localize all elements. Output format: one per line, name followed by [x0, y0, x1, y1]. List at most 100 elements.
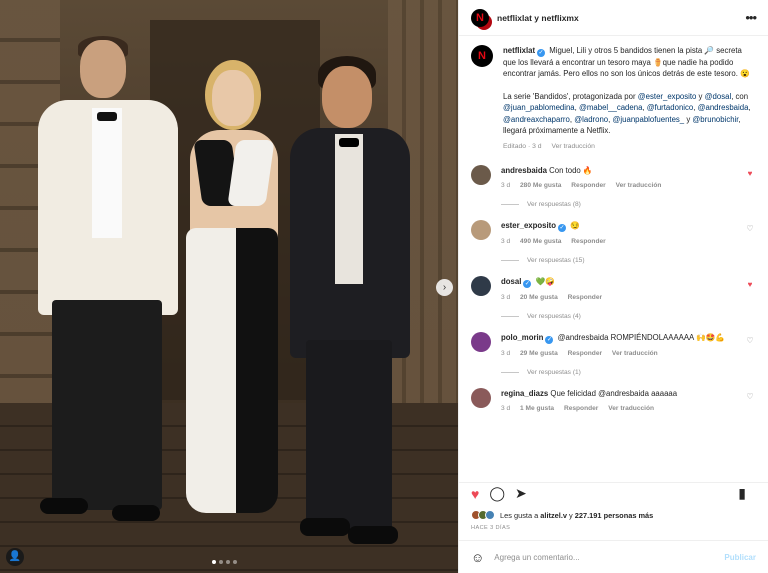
verified-badge-icon: ✓	[537, 49, 546, 57]
view-replies-link[interactable]: Ver respuestas (4)	[501, 313, 756, 320]
comment-age: 3 d	[501, 404, 511, 412]
view-replies-link[interactable]: Ver respuestas (15)	[501, 257, 756, 264]
reply-button[interactable]: Responder	[571, 238, 605, 245]
account-names[interactable]: netflixlat y netflixmx	[497, 13, 579, 23]
action-bar: ♥ ◯ ➤ ▮	[459, 482, 768, 504]
mention-link[interactable]: @andreaxchaparro	[503, 115, 570, 124]
comment-age: 3 d	[501, 181, 511, 189]
shoe	[348, 526, 398, 544]
user-tag-icon[interactable]: 👤	[6, 548, 24, 566]
verified-badge-icon: ✓	[523, 279, 532, 288]
caption-username[interactable]: netflixlat	[503, 46, 535, 55]
comment-icon[interactable]: ◯	[489, 485, 505, 502]
comment-input[interactable]	[494, 552, 725, 562]
comment-row: polo_morin ✓ @andresbaida ROMPIÉNDOLAAAAA…	[471, 331, 756, 359]
comment-list: andresbaida Con todo 🔥 3 d 280 Me gusta …	[471, 164, 756, 414]
reply-button[interactable]: Responder	[568, 350, 602, 357]
mention-link[interactable]: @brunobichir	[692, 115, 738, 124]
man-white-shirt	[335, 134, 363, 284]
smiley-icon[interactable]: ☺	[471, 550, 484, 565]
chevron-right-icon[interactable]: ›	[436, 279, 453, 296]
heart-filled-icon[interactable]: ♥	[744, 165, 756, 191]
liker-username[interactable]: alitzel.v	[540, 511, 567, 520]
skirt-black-half	[236, 228, 278, 513]
face	[212, 70, 254, 126]
liker-avatar	[485, 510, 495, 520]
comment-age: 3 d	[501, 293, 511, 301]
reply-button[interactable]: Responder	[568, 294, 602, 301]
comment-likes[interactable]: 29 Me gusta	[520, 350, 558, 357]
edited-age: Editado · 3 d	[503, 143, 542, 151]
more-horizontal-icon[interactable]: •••	[745, 10, 757, 25]
comment-text: 💚🤪	[533, 276, 555, 286]
post-header: N netflixlat y netflixmx •••	[459, 0, 768, 36]
comment-likes[interactable]: 280 Me gusta	[520, 182, 561, 189]
mention-link[interactable]: @juan_pablomedina	[503, 103, 575, 112]
commenter-avatar[interactable]	[471, 275, 491, 296]
shoe	[40, 498, 88, 514]
reply-button[interactable]: Responder	[564, 405, 598, 412]
post-age: HACE 3 DÍAS	[471, 525, 511, 531]
likes-summary: Les gusta a alitzel.v y 227.191 personas…	[471, 510, 653, 520]
heart-filled-icon[interactable]: ♥	[471, 486, 479, 502]
carousel-dot	[226, 560, 230, 564]
heart-outline-icon[interactable]: ♡	[744, 220, 756, 247]
comments-scroll[interactable]: N netflixlat ✓ Miguel, Lili y otros 5 ban…	[459, 37, 768, 477]
share-icon[interactable]: ➤	[515, 485, 527, 502]
likes-prefix: Les gusta a	[500, 510, 541, 520]
commenter-avatar[interactable]	[471, 164, 491, 185]
heart-filled-icon[interactable]: ♥	[744, 276, 756, 303]
see-translation-link[interactable]: Ver traducción	[616, 182, 662, 189]
comment-composer: ☺ Publicar	[459, 540, 768, 573]
skirt-white-half	[186, 228, 236, 513]
mention-link[interactable]: @ester_exposito	[638, 92, 697, 101]
see-translation-link[interactable]: Ver traducción	[608, 405, 654, 412]
mention-link[interactable]: @mabel__cadena	[579, 103, 642, 112]
verified-badge-icon: ✓	[558, 223, 567, 232]
face	[80, 40, 126, 98]
mention-link[interactable]: @andresbaida	[698, 103, 749, 112]
comment-text: 😏	[568, 220, 580, 230]
shoe	[300, 518, 350, 536]
publish-button[interactable]: Publicar	[724, 553, 756, 562]
post-caption: N netflixlat ✓ Miguel, Lili y otros 5 ban…	[471, 45, 756, 153]
heart-outline-icon[interactable]: ♡	[744, 332, 756, 359]
mention-link[interactable]: @dosal	[705, 92, 732, 101]
post-photo[interactable]: › 👤	[0, 0, 458, 573]
view-replies-link[interactable]: Ver respuestas (8)	[501, 201, 756, 208]
carousel-dot	[233, 560, 237, 564]
mention-link[interactable]: @ladrono	[574, 115, 608, 124]
shoe	[112, 505, 160, 521]
trousers	[306, 340, 392, 530]
comment-row: regina_diazs Que felicidad @andresbaida …	[471, 387, 756, 414]
heart-outline-icon[interactable]: ♡	[744, 388, 756, 414]
see-translation-link[interactable]: Ver traducción	[612, 350, 658, 357]
commenter-username[interactable]: andresbaida	[501, 166, 547, 175]
mention-link[interactable]: @furtadonico	[647, 103, 694, 112]
comment-row: andresbaida Con todo 🔥 3 d 280 Me gusta …	[471, 164, 756, 191]
commenter-avatar[interactable]	[471, 219, 491, 240]
netflix-logo-avatar[interactable]: N	[471, 45, 493, 67]
comment-likes[interactable]: 1 Me gusta	[520, 405, 554, 412]
mention-link[interactable]: @juanpablofuentes_	[613, 115, 685, 124]
trousers	[52, 300, 162, 510]
reply-button[interactable]: Responder	[571, 182, 605, 189]
netflix-logo-avatar[interactable]: N	[471, 8, 489, 27]
bookmark-filled-icon[interactable]: ▮	[738, 485, 746, 502]
comment-text: Con todo 🔥	[546, 165, 593, 175]
commenter-username[interactable]: ester_exposito	[501, 221, 556, 230]
comment-text: Que felicidad @andresbaida aaaaaa	[548, 388, 678, 398]
carousel-dots	[212, 560, 237, 564]
comment-text: @andresbaida ROMPIÉNDOLAAAAAA 🙌🤩💪	[555, 332, 726, 342]
comment-likes[interactable]: 20 Me gusta	[520, 294, 558, 301]
commenter-username[interactable]: dosal	[501, 277, 521, 286]
commenter-avatar[interactable]	[471, 331, 491, 352]
commenter-username[interactable]: regina_diazs	[501, 389, 548, 398]
comment-likes[interactable]: 490 Me gusta	[520, 238, 561, 245]
commenter-username[interactable]: polo_morin	[501, 333, 543, 342]
carousel-dot	[212, 560, 216, 564]
likes-count[interactable]: 227.191 personas más	[575, 511, 653, 520]
view-replies-link[interactable]: Ver respuestas (1)	[501, 369, 756, 376]
see-translation-link[interactable]: Ver traducción	[551, 143, 594, 150]
commenter-avatar[interactable]	[471, 387, 491, 408]
